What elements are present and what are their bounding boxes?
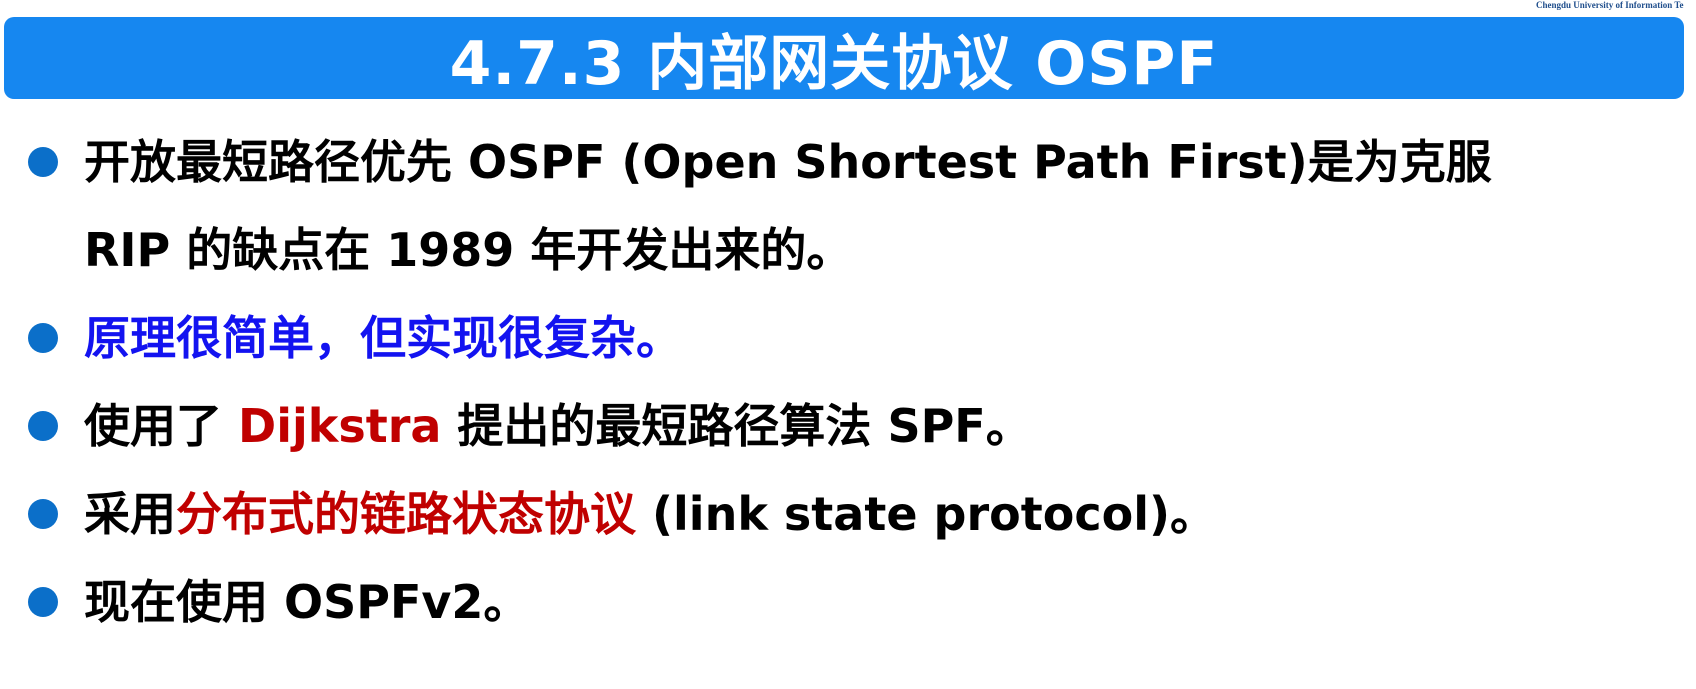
bullet-text-highlight-blue: 原理很简单，但实现很复杂。 — [84, 311, 682, 365]
bullet-dot-icon — [28, 499, 58, 529]
bullet-item-dijkstra: 使用了 Dijkstra 提出的最短路径算法 SPF。 — [0, 382, 1696, 470]
bullet-dot-icon — [28, 411, 58, 441]
bullet-item-principle: 原理很简单，但实现很复杂。 — [0, 294, 1696, 382]
bullet-dot-icon — [28, 323, 58, 353]
bullet-text: 现在使用 OSPFv2。 — [84, 575, 530, 629]
slide-title: 4.7.3 内部网关协议 OSPF — [449, 28, 1219, 99]
title-banner: 4.7.3 内部网关协议 OSPF — [4, 17, 1684, 99]
bullet-text-highlight-red: Dijkstra — [238, 399, 442, 453]
bullet-dot-icon — [28, 587, 58, 617]
bullet-item-ospf-definition: 开放最短路径优先 OSPF (Open Shortest Path First)… — [0, 118, 1696, 294]
bullet-text-pre: 使用了 — [84, 399, 239, 453]
bullet-item-link-state: 采用分布式的链路状态协议 (link state protocol)。 — [0, 470, 1696, 558]
bullet-dot-icon — [28, 147, 58, 177]
bullet-text-line1: 开放最短路径优先 OSPF (Open Shortest Path First)… — [84, 135, 1492, 189]
bullet-text-post: 提出的最短路径算法 SPF。 — [441, 399, 1032, 453]
bullet-text-pre: 采用 — [84, 487, 176, 541]
bullet-text-post: (link state protocol)。 — [636, 487, 1217, 541]
bullet-text-highlight-red: 分布式的链路状态协议 — [176, 487, 636, 541]
bullet-item-ospfv2: 现在使用 OSPFv2。 — [0, 558, 1696, 646]
bullet-list: 开放最短路径优先 OSPF (Open Shortest Path First)… — [0, 118, 1696, 646]
bullet-text-line2: RIP 的缺点在 1989 年开发出来的。 — [84, 223, 853, 277]
university-watermark: Chengdu University of Information Te — [1536, 0, 1684, 10]
